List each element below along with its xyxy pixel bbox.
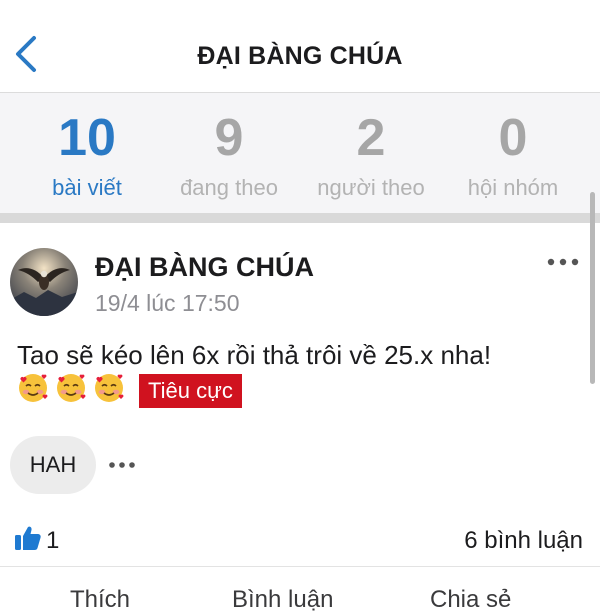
stat-groups-label: hội nhóm xyxy=(467,175,559,200)
post-author[interactable]: ĐẠI BÀNG CHÚA xyxy=(95,252,314,283)
actions-divider xyxy=(0,566,600,567)
stat-posts[interactable]: 10 bài viết xyxy=(12,107,162,201)
page-title: ĐẠI BÀNG CHÚA xyxy=(197,42,403,70)
smiling-face-with-hearts-icon xyxy=(95,374,124,402)
stat-groups[interactable]: 0 hội nhóm xyxy=(438,107,588,201)
more-horizontal-icon xyxy=(547,258,579,266)
share-button[interactable]: Chia sẻ xyxy=(430,586,511,614)
like-button[interactable]: Thích xyxy=(70,586,130,614)
profile-stats: 10 bài viết 9 đang theo 2 người theo 0 h… xyxy=(0,93,600,213)
stat-followers[interactable]: 2 người theo xyxy=(296,107,446,201)
post-body-text: Tao sẽ kéo lên 6x rồi thả trôi về 25.x n… xyxy=(17,340,492,370)
avatar[interactable] xyxy=(10,248,78,316)
smiling-face-with-hearts-icon xyxy=(57,374,86,402)
scrollbar[interactable] xyxy=(590,192,595,384)
stat-posts-count: 10 xyxy=(58,109,116,167)
app-header: ĐẠI BÀNG CHÚA xyxy=(0,0,600,93)
comment-count-link[interactable]: 6 bình luận xyxy=(464,527,583,555)
stat-groups-count: 0 xyxy=(498,109,528,167)
stat-following-label: đang theo xyxy=(180,175,278,200)
eagle-avatar-image xyxy=(10,248,78,316)
post-timestamp: 19/4 lúc 17:50 xyxy=(95,290,240,316)
chip-more-button[interactable] xyxy=(108,458,136,472)
emoji-row xyxy=(17,372,131,410)
thumbs-up-icon xyxy=(15,526,41,550)
more-horizontal-icon xyxy=(109,462,135,468)
sentiment-badge: Tiêu cực xyxy=(139,374,242,408)
stat-following[interactable]: 9 đang theo xyxy=(154,107,304,201)
comment-button[interactable]: Bình luận xyxy=(232,586,333,614)
stat-following-count: 9 xyxy=(214,109,244,167)
post-more-button[interactable] xyxy=(546,254,580,270)
section-divider xyxy=(0,213,600,223)
stat-followers-count: 2 xyxy=(356,109,386,167)
ticker-chip[interactable]: HAH xyxy=(10,436,96,494)
smiling-face-with-hearts-icon xyxy=(19,374,48,402)
like-count: 1 xyxy=(46,527,60,554)
stat-followers-label: người theo xyxy=(317,175,425,200)
stat-posts-label: bài viết xyxy=(52,175,122,200)
like-count-button[interactable] xyxy=(14,524,42,552)
